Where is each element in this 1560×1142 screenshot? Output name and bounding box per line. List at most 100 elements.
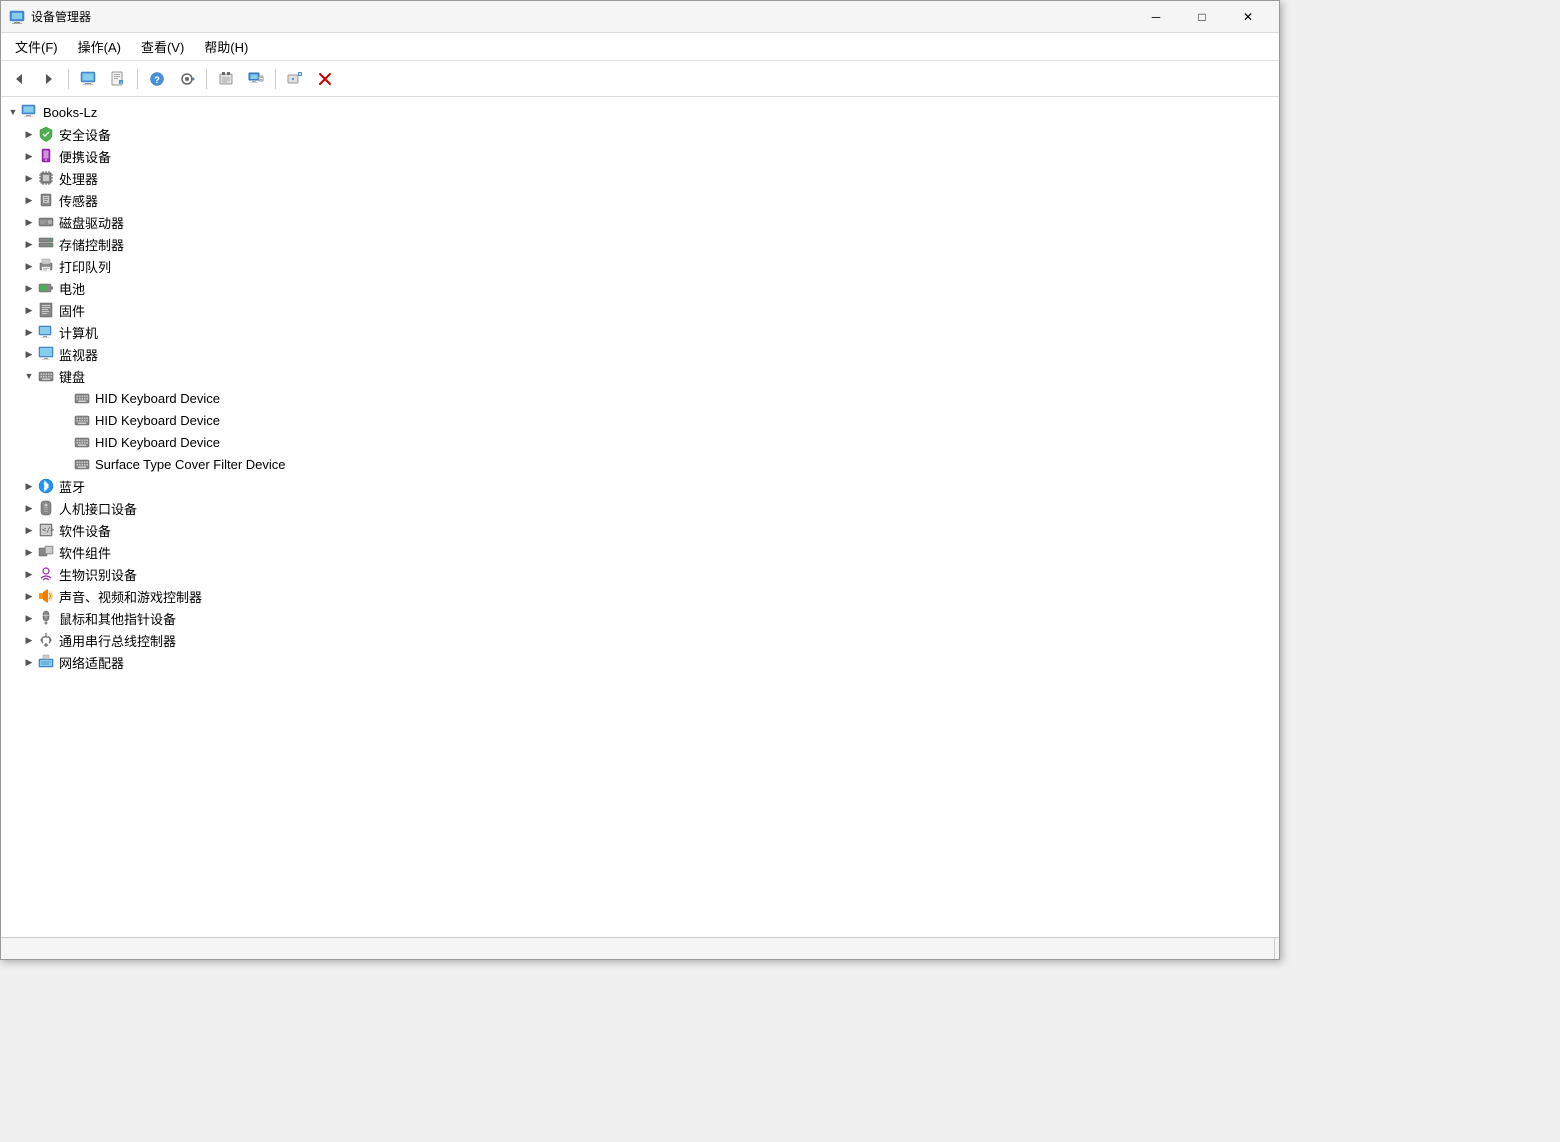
portable-toggle[interactable] xyxy=(21,148,37,164)
menu-file[interactable]: 文件(F) xyxy=(5,33,68,60)
app-icon xyxy=(9,9,25,25)
menu-help[interactable]: 帮助(H) xyxy=(194,33,258,60)
properties-button[interactable]: i xyxy=(104,65,132,93)
root-label: Books-Lz xyxy=(43,105,97,120)
biometric-toggle[interactable] xyxy=(21,566,37,582)
biometric-label: 生物识别设备 xyxy=(59,565,137,584)
minimize-button[interactable]: ─ xyxy=(1133,1,1179,33)
disk-toggle[interactable] xyxy=(21,214,37,230)
tree-item-firmware[interactable]: 固件 xyxy=(1,299,1279,321)
tree-item-mouse[interactable]: 鼠标和其他指针设备 xyxy=(1,607,1279,629)
audio-label: 声音、视频和游戏控制器 xyxy=(59,587,202,606)
menu-view[interactable]: 查看(V) xyxy=(131,33,194,60)
audio-toggle[interactable] xyxy=(21,588,37,604)
serial-label: 通用串行总线控制器 xyxy=(59,631,176,650)
maximize-button[interactable]: □ xyxy=(1179,1,1225,33)
tree-item-disk[interactable]: 磁盘驱动器 xyxy=(1,211,1279,233)
portable-label: 便携设备 xyxy=(59,147,111,166)
computer-icon xyxy=(21,103,39,121)
serial-toggle[interactable] xyxy=(21,632,37,648)
hid-label: 人机接口设备 xyxy=(59,499,137,518)
battery-icon xyxy=(37,279,55,297)
print-label: 打印队列 xyxy=(59,257,111,276)
toolbar-sep-3 xyxy=(206,69,207,89)
hid-kbd-1-label: HID Keyboard Device xyxy=(95,391,220,406)
tree-item-security[interactable]: 安全设备 xyxy=(1,123,1279,145)
forward-button[interactable] xyxy=(35,65,63,93)
mouse-toggle[interactable] xyxy=(21,610,37,626)
security-label: 安全设备 xyxy=(59,125,111,144)
tree-item-hid-kbd-3[interactable]: HID Keyboard Device xyxy=(1,431,1279,453)
tree-item-software-dev[interactable]: </> 软件设备 xyxy=(1,519,1279,541)
window-controls: ─ □ ✕ xyxy=(1133,1,1271,33)
display-type-button[interactable] xyxy=(242,65,270,93)
tree-item-biometric[interactable]: 生物识别设备 xyxy=(1,563,1279,585)
tree-item-serial[interactable]: 通用串行总线控制器 xyxy=(1,629,1279,651)
svg-text:</>: </> xyxy=(42,526,54,534)
menu-action[interactable]: 操作(A) xyxy=(68,33,131,60)
close-button[interactable]: ✕ xyxy=(1225,1,1271,33)
monitor-label: 监视器 xyxy=(59,345,98,364)
hid-kbd-1-icon xyxy=(73,389,91,407)
sensor-icon xyxy=(37,191,55,209)
tree-item-battery[interactable]: 电池 xyxy=(1,277,1279,299)
keyboard-category-icon xyxy=(37,367,55,385)
surface-label: Surface Type Cover Filter Device xyxy=(95,457,286,472)
tree-item-network[interactable]: 网络适配器 xyxy=(1,651,1279,673)
device-manager-window: 设备管理器 ─ □ ✕ 文件(F) 操作(A) 查看(V) 帮助(H) xyxy=(0,0,1280,960)
battery-toggle[interactable] xyxy=(21,280,37,296)
add-device-button[interactable] xyxy=(281,65,309,93)
toolbar-sep-1 xyxy=(68,69,69,89)
tree-item-print[interactable]: 打印队列 xyxy=(1,255,1279,277)
biometric-icon xyxy=(37,565,55,583)
tree-item-hid-kbd-1[interactable]: HID Keyboard Device xyxy=(1,387,1279,409)
root-toggle[interactable] xyxy=(5,104,21,120)
monitor-toggle[interactable] xyxy=(21,346,37,362)
tree-item-bluetooth[interactable]: 蓝牙 xyxy=(1,475,1279,497)
tree-item-sensor[interactable]: 传感器 xyxy=(1,189,1279,211)
computer-toggle[interactable] xyxy=(21,324,37,340)
sensor-toggle[interactable] xyxy=(21,192,37,208)
tree-item-storage[interactable]: 存储控制器 xyxy=(1,233,1279,255)
network-toggle[interactable] xyxy=(21,654,37,670)
scan-button[interactable] xyxy=(173,65,201,93)
tree-item-processor[interactable]: 处理器 xyxy=(1,167,1279,189)
title-bar: 设备管理器 ─ □ ✕ xyxy=(1,1,1279,33)
hid-category-icon xyxy=(37,499,55,517)
hid-kbd-2-icon xyxy=(73,411,91,429)
processor-toggle[interactable] xyxy=(21,170,37,186)
update-driver-button[interactable] xyxy=(212,65,240,93)
keyboard-label: 键盘 xyxy=(59,367,85,386)
software-comp-toggle[interactable] xyxy=(21,544,37,560)
bluetooth-toggle[interactable] xyxy=(21,478,37,494)
help-button[interactable]: ? xyxy=(143,65,171,93)
tree-item-hid[interactable]: 人机接口设备 xyxy=(1,497,1279,519)
hid-kbd-3-icon xyxy=(73,433,91,451)
security-toggle[interactable] xyxy=(21,126,37,142)
back-button[interactable] xyxy=(5,65,33,93)
tree-item-software-comp[interactable]: 软件组件 xyxy=(1,541,1279,563)
tree-item-portable[interactable]: 便携设备 xyxy=(1,145,1279,167)
tree-item-audio[interactable]: 声音、视频和游戏控制器 xyxy=(1,585,1279,607)
processor-label: 处理器 xyxy=(59,169,98,188)
hid-toggle[interactable] xyxy=(21,500,37,516)
device-tree[interactable]: Books-Lz 安全设备 xyxy=(1,97,1279,937)
tree-item-surface-type[interactable]: Surface Type Cover Filter Device xyxy=(1,453,1279,475)
show-devmgr-button[interactable] xyxy=(74,65,102,93)
print-toggle[interactable] xyxy=(21,258,37,274)
keyboard-toggle[interactable] xyxy=(21,368,37,384)
storage-label: 存储控制器 xyxy=(59,235,124,254)
tree-item-computer[interactable]: 计算机 xyxy=(1,321,1279,343)
tree-item-monitor[interactable]: 监视器 xyxy=(1,343,1279,365)
security-icon xyxy=(37,125,55,143)
storage-icon xyxy=(37,235,55,253)
remove-device-button[interactable] xyxy=(311,65,339,93)
storage-toggle[interactable] xyxy=(21,236,37,252)
network-label: 网络适配器 xyxy=(59,653,124,672)
firmware-toggle[interactable] xyxy=(21,302,37,318)
software-dev-toggle[interactable] xyxy=(21,522,37,538)
tree-item-hid-kbd-2[interactable]: HID Keyboard Device xyxy=(1,409,1279,431)
tree-root[interactable]: Books-Lz xyxy=(1,101,1279,123)
tree-item-keyboard[interactable]: 键盘 xyxy=(1,365,1279,387)
toolbar: i ? xyxy=(1,61,1279,97)
